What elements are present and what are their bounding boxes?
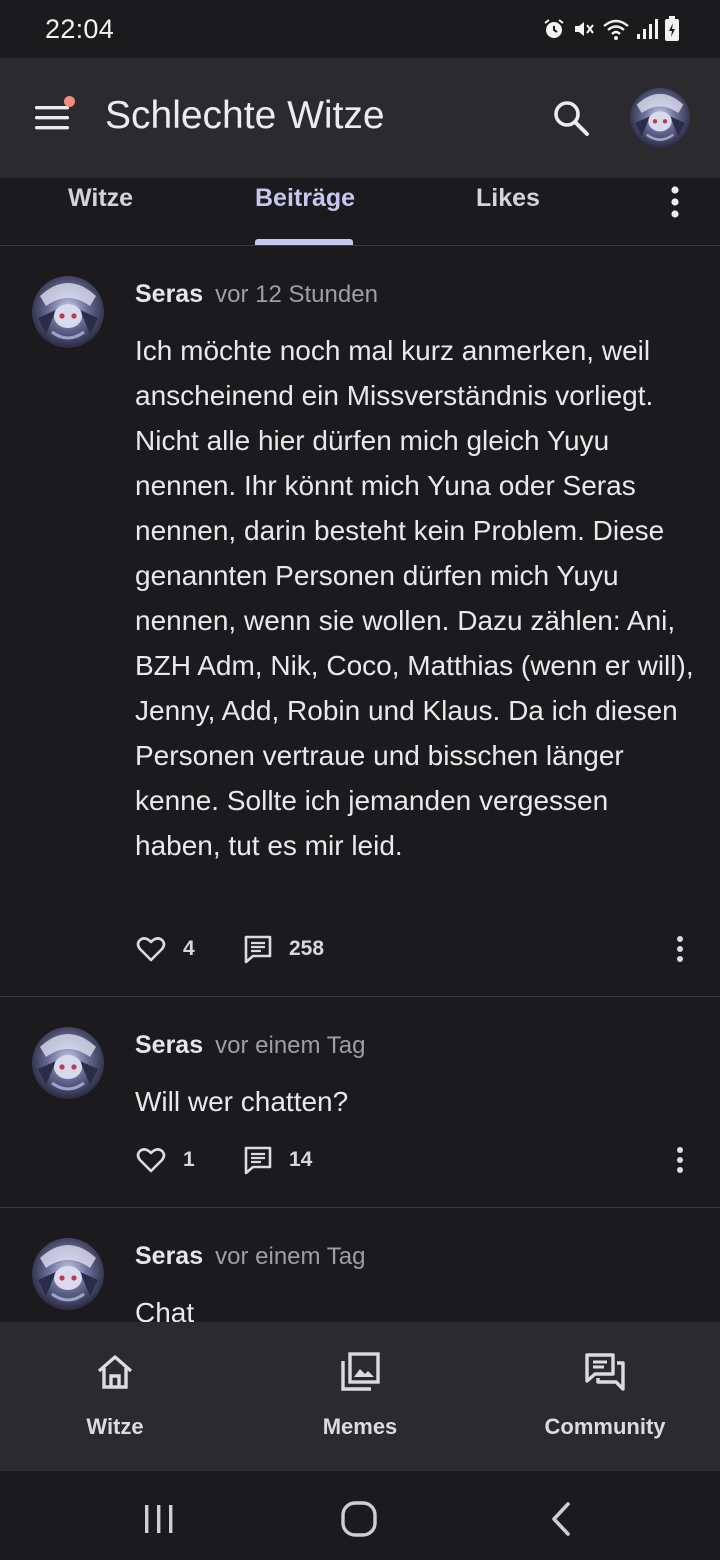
bottom-navigation: Witze Memes Community: [0, 1322, 720, 1470]
tab-likes[interactable]: Likes: [476, 184, 540, 213]
comment-icon: [244, 1146, 272, 1175]
battery-charging-icon: [665, 16, 679, 41]
home-icon: [97, 1355, 133, 1389]
comment-icon: [244, 935, 272, 964]
notification-dot: [64, 96, 75, 107]
tab-bar: Witze Beiträge Likes: [0, 178, 720, 246]
like-count: 1: [183, 1148, 195, 1171]
post-time: vor einem Tag: [215, 1032, 366, 1059]
nav-label: Witze: [86, 1414, 144, 1439]
more-vertical-icon[interactable]: [665, 1144, 695, 1176]
status-time: 22:04: [45, 14, 115, 44]
like-button[interactable]: 4: [135, 929, 195, 969]
author-name[interactable]: Seras: [135, 1031, 203, 1059]
heart-icon: [136, 937, 166, 962]
post-time: vor einem Tag: [215, 1243, 366, 1270]
post-card: Seras vor 12 Stunden Ich möchte noch mal …: [0, 246, 720, 997]
author-name[interactable]: Seras: [135, 280, 203, 308]
author-avatar[interactable]: [32, 1238, 104, 1310]
signal-icon: [637, 19, 658, 39]
post-actions: 1 14: [135, 1140, 695, 1180]
post-author[interactable]: Seras vor einem Tag: [135, 1242, 365, 1271]
search-icon[interactable]: [548, 95, 594, 141]
post-author[interactable]: Seras vor 12 Stunden: [135, 280, 378, 309]
comment-button[interactable]: 258: [243, 929, 324, 969]
post-text: Ich möchte noch mal kurz anmerken, weil …: [135, 335, 694, 861]
system-navigation-bar: [0, 1470, 720, 1560]
nav-label: Community: [544, 1414, 666, 1439]
heart-icon: [136, 1148, 166, 1173]
post-text: Will wer chatten?: [135, 1086, 349, 1117]
like-button[interactable]: 1: [135, 1140, 195, 1180]
nav-witze[interactable]: Witze: [0, 1322, 235, 1470]
wifi-icon: [603, 19, 629, 40]
post-text: Chat: [135, 1297, 195, 1322]
post-actions: 4 258: [135, 929, 695, 969]
comment-count: 258: [289, 937, 325, 960]
comment-count: 14: [289, 1148, 313, 1171]
alarm-icon: [544, 19, 564, 38]
profile-avatar[interactable]: [630, 88, 690, 148]
post-author[interactable]: Seras vor einem Tag: [135, 1031, 365, 1060]
nav-community[interactable]: Community: [485, 1322, 720, 1470]
post-card: Seras vor einem Tag Chat: [0, 1208, 720, 1322]
nav-memes[interactable]: Memes: [240, 1322, 480, 1470]
more-vertical-icon[interactable]: [665, 933, 695, 965]
app-bar: Schlechte Witze: [0, 58, 720, 178]
nav-label: Memes: [322, 1414, 398, 1439]
comment-button[interactable]: 14: [243, 1140, 312, 1180]
author-name[interactable]: Seras: [135, 1242, 203, 1270]
back-icon[interactable]: [541, 1499, 581, 1539]
recent-apps-icon[interactable]: [139, 1499, 179, 1539]
status-bar: 22:04: [0, 0, 720, 58]
page-title: Schlechte Witze: [105, 94, 385, 137]
home-circle-icon[interactable]: [339, 1499, 379, 1539]
author-avatar[interactable]: [32, 276, 104, 348]
active-tab-indicator: [255, 239, 353, 245]
tab-beitraege[interactable]: Beiträge: [255, 184, 355, 213]
more-vertical-icon[interactable]: [660, 182, 690, 222]
post-card: Seras vor einem Tag Will wer chatten? 1 1…: [0, 997, 720, 1208]
forum-icon: [585, 1353, 625, 1391]
status-icons: [542, 14, 680, 44]
like-count: 4: [183, 937, 195, 960]
image-gallery-icon: [341, 1352, 380, 1391]
author-avatar[interactable]: [32, 1027, 104, 1099]
tab-witze[interactable]: Witze: [68, 184, 133, 213]
mute-icon: [575, 22, 594, 36]
post-time: vor 12 Stunden: [215, 281, 378, 308]
